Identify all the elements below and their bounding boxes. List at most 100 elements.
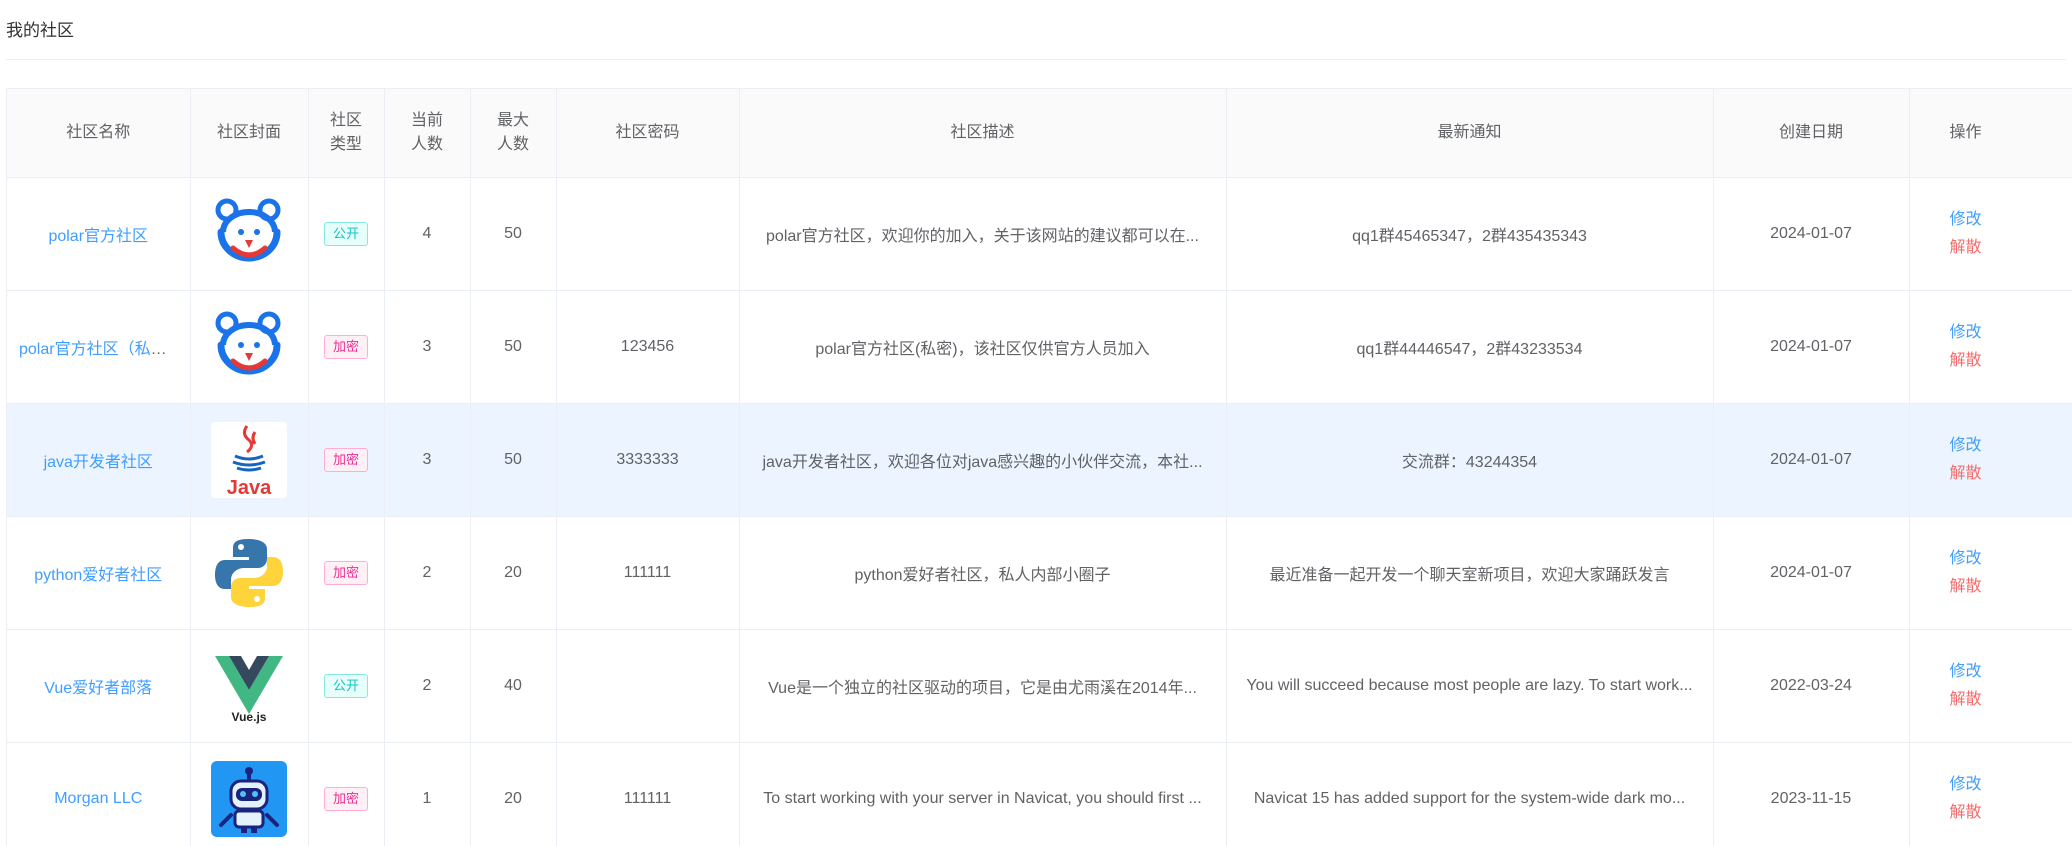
robot-logo <box>211 761 287 837</box>
cell-current: 3 <box>384 403 471 517</box>
cell-notice: qq1群45465347，2群435435343 <box>1226 177 1714 291</box>
dissolve-button[interactable]: 解散 <box>1950 799 2072 827</box>
cell-password: 111111 <box>556 742 740 846</box>
dissolve-button[interactable]: 解散 <box>1950 234 2072 262</box>
header-current: 当前人数 <box>384 89 471 178</box>
cell-desc: python爱好者社区，私人内部小圈子 <box>739 516 1227 630</box>
dissolve-button[interactable]: 解散 <box>1950 686 2072 714</box>
cell-ops: 修改 解散 <box>1909 516 2072 630</box>
cell-desc: To start working with your server in Nav… <box>739 742 1227 846</box>
cell-type: 公开 <box>308 177 385 291</box>
cell-max: 50 <box>470 290 557 404</box>
edit-button[interactable]: 修改 <box>1950 771 2072 799</box>
cell-desc: polar官方社区，欢迎你的加入，关于该网站的建议都可以在... <box>739 177 1227 291</box>
cell-ops: 修改 解散 <box>1909 629 2072 743</box>
table-row[interactable]: polar官方社区（私密） 加密 3 50 123456 polar官方社区(私密)，该社… <box>7 290 2072 404</box>
bear-logo <box>211 309 287 385</box>
table-row[interactable]: Morgan LLC 加密 1 20 111111 To start working wi… <box>7 742 2072 846</box>
cell-cover <box>190 742 309 846</box>
cell-type: 加密 <box>308 403 385 517</box>
cell-current: 2 <box>384 629 471 743</box>
header-max: 最大人数 <box>470 89 557 178</box>
table-row[interactable]: python爱好者社区 加密 2 20 111111 python爱好者社区，私人内部小圈… <box>7 516 2072 630</box>
cell-ops: 修改 解散 <box>1909 403 2072 517</box>
cell-current: 3 <box>384 290 471 404</box>
cell-cover: Vue.js <box>190 629 309 743</box>
cell-cover: Java <box>190 403 309 517</box>
cell-notice: Navicat 15 has added support for the sys… <box>1226 742 1714 846</box>
cell-ops: 修改 解散 <box>1909 177 2072 291</box>
cell-notice: You will succeed because most people are… <box>1226 629 1714 743</box>
dissolve-button[interactable]: 解散 <box>1950 573 2072 601</box>
community-name-link[interactable]: Morgan LLC <box>54 790 142 807</box>
cell-date: 2024-01-07 <box>1713 403 1910 517</box>
cover-text: Java <box>227 477 272 498</box>
community-name-link[interactable]: python爱好者社区 <box>34 567 162 584</box>
cell-date: 2022-03-24 <box>1713 629 1910 743</box>
table-row[interactable]: java开发者社区 Java 加密 3 50 3333333 java开发者社区，欢迎各位对… <box>7 403 2072 517</box>
community-name-link[interactable]: polar官方社区（私密） <box>19 341 183 358</box>
cover-text: Vue.js <box>232 710 267 724</box>
cell-name: python爱好者社区 <box>7 516 191 630</box>
cell-password: 111111 <box>556 516 740 630</box>
cell-cover <box>190 290 309 404</box>
bear-logo <box>211 196 287 272</box>
type-tag: 加密 <box>323 786 368 811</box>
cell-ops: 修改 解散 <box>1909 290 2072 404</box>
dissolve-button[interactable]: 解散 <box>1950 460 2072 488</box>
community-name-link[interactable]: polar官方社区 <box>48 228 148 245</box>
header-name: 社区名称 <box>7 89 191 178</box>
cell-name: Morgan LLC <box>7 742 191 846</box>
cell-desc: java开发者社区，欢迎各位对java感兴趣的小伙伴交流，本社... <box>739 403 1227 517</box>
cell-notice: qq1群44446547，2群43233534 <box>1226 290 1714 404</box>
cell-password <box>556 629 740 743</box>
table-header-row: 社区名称 社区封面 社区类型 当前人数 最大人数 社区密码 社区描述 最新通知 … <box>7 89 2072 178</box>
cell-date: 2024-01-07 <box>1713 290 1910 404</box>
type-tag: 公开 <box>323 673 368 698</box>
cell-cover <box>190 177 309 291</box>
cell-current: 1 <box>384 742 471 846</box>
cell-type: 加密 <box>308 516 385 630</box>
title-divider <box>6 59 2066 60</box>
header-max-label: 最大人数 <box>496 111 529 153</box>
cell-date: 2024-01-07 <box>1713 516 1910 630</box>
cell-desc: polar官方社区(私密)，该社区仅供官方人员加入 <box>739 290 1227 404</box>
type-tag: 加密 <box>323 334 368 359</box>
cell-cover <box>190 516 309 630</box>
community-name-link[interactable]: Vue爱好者部落 <box>44 680 152 697</box>
vue-logo: Vue.js <box>211 647 287 724</box>
java-logo: Java <box>211 421 287 498</box>
header-current-label: 当前人数 <box>410 111 443 153</box>
header-ops: 操作 <box>1909 89 2072 178</box>
edit-button[interactable]: 修改 <box>1950 658 2072 686</box>
cell-name: Vue爱好者部落 <box>7 629 191 743</box>
cell-current: 2 <box>384 516 471 630</box>
cell-name: polar官方社区（私密） <box>7 290 191 404</box>
cell-type: 公开 <box>308 629 385 743</box>
cell-name: polar官方社区 <box>7 177 191 291</box>
header-notice: 最新通知 <box>1226 89 1714 178</box>
edit-button[interactable]: 修改 <box>1950 319 2072 347</box>
community-name-link[interactable]: java开发者社区 <box>44 454 153 471</box>
cell-date: 2024-01-07 <box>1713 177 1910 291</box>
header-cover: 社区封面 <box>190 89 309 178</box>
cell-notice: 交流群：43244354 <box>1226 403 1714 517</box>
cell-name: java开发者社区 <box>7 403 191 517</box>
table-row[interactable]: Vue爱好者部落 Vue.js 公开 2 40 Vue是一个独立的社区驱动的项目，它是由尤… <box>7 629 2072 743</box>
community-table: 社区名称 社区封面 社区类型 当前人数 最大人数 社区密码 社区描述 最新通知 … <box>6 88 2072 846</box>
dissolve-button[interactable]: 解散 <box>1950 347 2072 375</box>
edit-button[interactable]: 修改 <box>1950 545 2072 573</box>
type-tag: 公开 <box>323 221 368 246</box>
cell-max: 50 <box>470 403 557 517</box>
cell-desc: Vue是一个独立的社区驱动的项目，它是由尤雨溪在2014年... <box>739 629 1227 743</box>
header-password: 社区密码 <box>556 89 740 178</box>
cell-max: 20 <box>470 742 557 846</box>
cell-ops: 修改 解散 <box>1909 742 2072 846</box>
cell-max: 40 <box>470 629 557 743</box>
edit-button[interactable]: 修改 <box>1950 206 2072 234</box>
header-date: 创建日期 <box>1713 89 1910 178</box>
edit-button[interactable]: 修改 <box>1950 432 2072 460</box>
table-row[interactable]: polar官方社区 公开 4 50 polar官方社区，欢迎你的加入，关于该网站的建议都… <box>7 177 2072 291</box>
type-tag: 加密 <box>323 447 368 472</box>
cell-date: 2023-11-15 <box>1713 742 1910 846</box>
